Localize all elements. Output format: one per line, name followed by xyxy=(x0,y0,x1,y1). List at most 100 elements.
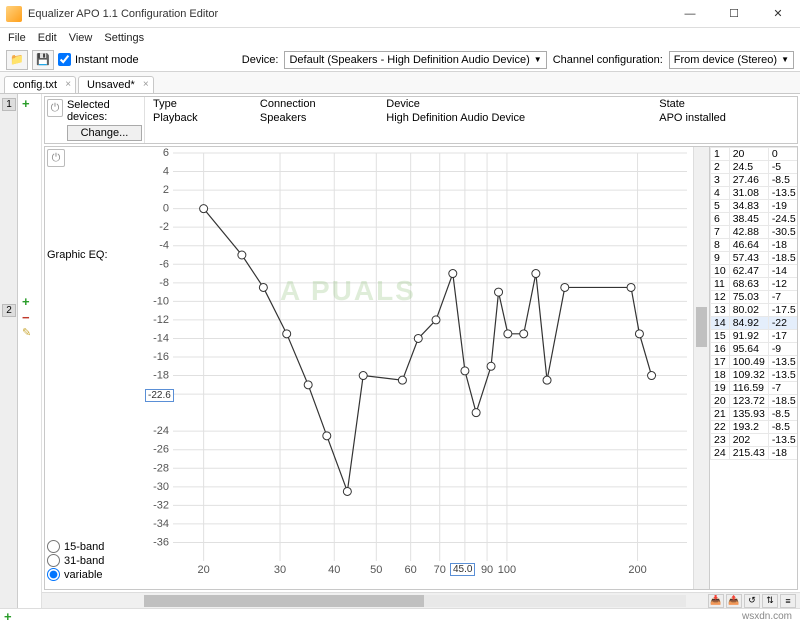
band-radios: 15-band 31-band variable xyxy=(47,540,143,581)
data-row[interactable]: 1484.92-22 xyxy=(711,317,798,330)
hscroll-track[interactable] xyxy=(144,595,686,607)
data-row[interactable]: 24215.43-18 xyxy=(711,447,798,460)
data-row[interactable]: 17100.49-13.5 xyxy=(711,356,798,369)
svg-text:90: 90 xyxy=(481,564,493,576)
data-row[interactable]: 431.08-13.5 xyxy=(711,187,798,200)
svg-text:-36: -36 xyxy=(153,536,169,548)
device-value: Default (Speakers - High Definition Audi… xyxy=(289,54,529,66)
channel-value: From device (Stereo) xyxy=(674,54,777,66)
instant-mode-check[interactable]: Instant mode xyxy=(58,53,139,66)
normalize-icon[interactable]: ≡ xyxy=(780,594,796,608)
svg-text:-14: -14 xyxy=(153,332,169,344)
data-row[interactable]: 742.88-30.5 xyxy=(711,226,798,239)
tab-unsaved[interactable]: Unsaved* × xyxy=(78,76,154,93)
data-row[interactable]: 1695.64-9 xyxy=(711,343,798,356)
svg-text:-6: -6 xyxy=(159,258,169,270)
close-icon[interactable]: × xyxy=(143,79,149,90)
data-row[interactable]: 1200 xyxy=(711,148,798,161)
svg-text:-16: -16 xyxy=(153,351,169,363)
data-row[interactable]: 957.43-18.5 xyxy=(711,252,798,265)
main: 1 2 + + − ✎ ⏻ Selected devices: Change..… xyxy=(0,94,800,608)
data-row[interactable]: 1591.92-17 xyxy=(711,330,798,343)
scrollbar-thumb[interactable] xyxy=(696,307,707,347)
col-connection: Connection xyxy=(252,97,378,111)
horizontal-scrollbar-row: 📥 📤 ↺ ⇅ ≡ xyxy=(42,592,800,608)
svg-text:-24: -24 xyxy=(153,425,169,437)
eq-chart[interactable]: 6420-2-4-6-8-10-12-14-16-18-20-24-26-28-… xyxy=(145,147,693,589)
radio-31band[interactable]: 31-band xyxy=(47,554,143,567)
device-table: Type Connection Device State Playback Sp… xyxy=(145,97,797,143)
change-button[interactable]: Change... xyxy=(67,125,142,141)
close-icon[interactable]: × xyxy=(65,79,71,90)
instant-mode-label: Instant mode xyxy=(75,54,139,66)
invert-icon[interactable]: ⇅ xyxy=(762,594,778,608)
document-tabs: config.txt × Unsaved* × xyxy=(0,72,800,94)
minimize-button[interactable]: — xyxy=(668,0,712,28)
data-row[interactable]: 18109.32-13.5 xyxy=(711,369,798,382)
data-row[interactable]: 1380.02-17.5 xyxy=(711,304,798,317)
radio-variable[interactable]: variable xyxy=(47,568,143,581)
col-device: Device xyxy=(378,97,651,111)
toolbar-save-icon[interactable]: 💾 xyxy=(32,50,54,70)
menu-view[interactable]: View xyxy=(69,32,93,44)
row-marker-2[interactable]: 2 xyxy=(2,304,16,317)
content: ⏻ Selected devices: Change... Type Conne… xyxy=(42,94,800,608)
svg-text:-30: -30 xyxy=(153,481,169,493)
data-table: 1200224.5-5327.46-8.5431.08-13.5534.83-1… xyxy=(709,147,797,589)
data-row[interactable]: 21135.93-8.5 xyxy=(711,408,798,421)
radio-15band[interactable]: 15-band xyxy=(47,540,143,553)
device-row[interactable]: Playback Speakers High Definition Audio … xyxy=(145,111,797,125)
device-combo[interactable]: Default (Speakers - High Definition Audi… xyxy=(284,51,546,69)
export-icon[interactable]: 📤 xyxy=(726,594,742,608)
data-row[interactable]: 327.46-8.5 xyxy=(711,174,798,187)
data-row[interactable]: 224.5-5 xyxy=(711,161,798,174)
menubar: File Edit View Settings xyxy=(0,28,800,48)
svg-text:20: 20 xyxy=(198,564,210,576)
data-row[interactable]: 1062.47-14 xyxy=(711,265,798,278)
data-row[interactable]: 638.45-24.5 xyxy=(711,213,798,226)
data-row[interactable]: 20123.72-18.5 xyxy=(711,395,798,408)
svg-text:-26: -26 xyxy=(153,444,169,456)
close-button[interactable]: ✕ xyxy=(756,0,800,28)
remove-icon[interactable]: − xyxy=(22,310,30,325)
add-icon[interactable]: + xyxy=(4,609,12,624)
svg-text:40: 40 xyxy=(328,564,340,576)
instant-mode-checkbox[interactable] xyxy=(58,53,71,66)
power-icon[interactable]: ⏻ xyxy=(47,99,63,117)
titlebar: Equalizer APO 1.1 Configuration Editor —… xyxy=(0,0,800,28)
row-marker-1[interactable]: 1 xyxy=(2,98,16,111)
scrollbar-thumb[interactable] xyxy=(144,595,424,607)
row-actions: + + − ✎ xyxy=(18,94,42,608)
add-icon[interactable]: + xyxy=(22,96,30,111)
add-icon[interactable]: + xyxy=(22,294,30,309)
menu-file[interactable]: File xyxy=(8,32,26,44)
data-row[interactable]: 22193.2-8.5 xyxy=(711,421,798,434)
window-title: Equalizer APO 1.1 Configuration Editor xyxy=(28,8,668,20)
toolbar-open-icon[interactable]: 📁 xyxy=(6,50,28,70)
y-axis-highlight: -22.6 xyxy=(145,389,174,402)
chevron-down-icon: ▼ xyxy=(534,55,542,64)
tab-label: Unsaved* xyxy=(87,79,135,91)
data-row[interactable]: 846.64-18 xyxy=(711,239,798,252)
toolbar: 📁 💾 Instant mode Device: Default (Speake… xyxy=(0,48,800,72)
import-icon[interactable]: 📥 xyxy=(708,594,724,608)
svg-text:70: 70 xyxy=(434,564,446,576)
eq-label: Graphic EQ: xyxy=(47,249,143,261)
maximize-button[interactable]: ☐ xyxy=(712,0,756,28)
menu-settings[interactable]: Settings xyxy=(104,32,144,44)
vertical-scrollbar[interactable] xyxy=(693,147,709,589)
reset-icon[interactable]: ↺ xyxy=(744,594,760,608)
svg-text:-32: -32 xyxy=(153,499,169,511)
data-row[interactable]: 19116.59-7 xyxy=(711,382,798,395)
menu-edit[interactable]: Edit xyxy=(38,32,57,44)
svg-text:100: 100 xyxy=(498,564,516,576)
data-row[interactable]: 534.83-19 xyxy=(711,200,798,213)
edit-icon[interactable]: ✎ xyxy=(22,326,31,339)
channel-combo[interactable]: From device (Stereo) ▼ xyxy=(669,51,794,69)
svg-text:0: 0 xyxy=(163,203,169,215)
power-icon[interactable]: ⏻ xyxy=(47,149,65,167)
data-row[interactable]: 1168.63-12 xyxy=(711,278,798,291)
tab-config[interactable]: config.txt × xyxy=(4,76,76,93)
data-row[interactable]: 23202-13.5 xyxy=(711,434,798,447)
data-row[interactable]: 1275.03-7 xyxy=(711,291,798,304)
